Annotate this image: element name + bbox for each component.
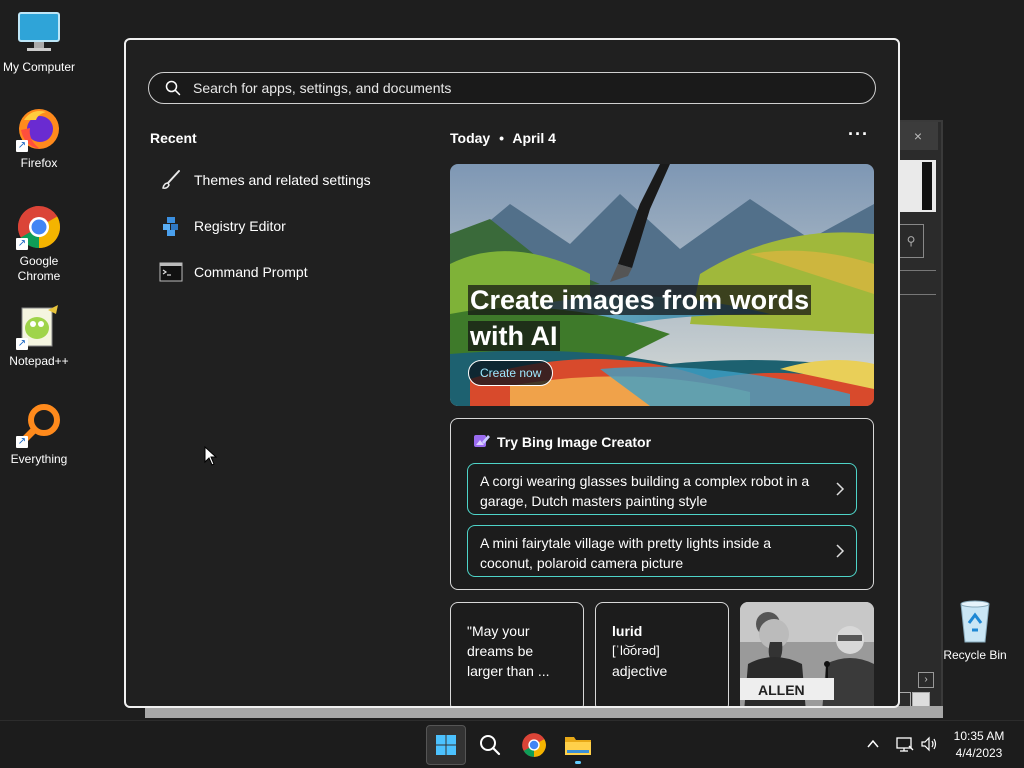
shortcut-arrow-icon: ↗ [16, 338, 28, 350]
registry-icon [158, 215, 184, 237]
background-window-divider [898, 294, 936, 295]
running-indicator [575, 761, 581, 764]
recent-item-command-prompt[interactable]: Command Prompt [158, 260, 308, 284]
today-label: Today [450, 130, 491, 146]
file-explorer-icon [565, 737, 591, 755]
chrome-icon: ↗ [16, 204, 62, 250]
desktop-icon-firefox[interactable]: ↗ Firefox [0, 106, 78, 170]
shortcut-arrow-icon: ↗ [16, 436, 28, 448]
taskbar-clock[interactable]: 10:35 AM 4/4/2023 [946, 728, 1012, 762]
clock-time: 10:35 AM [953, 729, 1005, 743]
desktop-icon-my-computer[interactable]: My Computer [0, 10, 78, 74]
recent-item-label: Registry Editor [194, 218, 286, 234]
taskbar-file-explorer-button[interactable] [558, 725, 598, 765]
notepadpp-icon: ↗ [16, 304, 62, 350]
chrome-icon [522, 733, 546, 757]
start-search-box[interactable] [148, 72, 876, 104]
bing-prompt-corgi[interactable]: A corgi wearing glasses building a compl… [467, 463, 857, 515]
chevron-up-icon [867, 739, 879, 748]
start-menu: Recent Themes and related settings Regis… [124, 38, 900, 708]
prompt-text-line2: coconut, polaroid camera picture [480, 555, 684, 571]
recent-item-label: Themes and related settings [194, 172, 371, 188]
shortcut-arrow-icon: ↗ [16, 238, 28, 250]
hero-title-line2: with AI [468, 321, 560, 351]
quote-card[interactable]: "May your dreams be larger than ... [450, 602, 584, 706]
taskbar-chrome-button[interactable] [514, 725, 554, 765]
desktop-icon-google-chrome[interactable]: ↗ Google Chrome [0, 204, 78, 284]
photo-caption: ALLEN [758, 682, 805, 698]
word-title: lurid [612, 623, 643, 639]
today-heading: Today • April 4 [450, 130, 556, 146]
desktop-icon-label: Firefox [20, 156, 58, 170]
desktop-icon-label: My Computer [2, 60, 76, 74]
background-window-divider [898, 270, 936, 271]
desktop-icon-everything[interactable]: ↗ Everything [0, 402, 78, 466]
show-hidden-icons-button[interactable] [862, 729, 884, 759]
hero-title-line1: Create images from words [468, 285, 812, 315]
bing-image-creator-card: Try Bing Image Creator A corgi wearing g… [450, 418, 874, 590]
everything-icon: ↗ [16, 402, 62, 448]
chevron-right-icon [836, 482, 845, 496]
desktop-icon-label: Recycle Bin [943, 648, 1007, 662]
taskbar-search-button[interactable] [470, 725, 510, 765]
hero-card[interactable]: Create images from words with AI Create … [450, 164, 874, 406]
quote-line: larger than ... [467, 663, 550, 679]
mouse-cursor-icon [204, 446, 218, 466]
background-window-search-icon[interactable]: ⚲ [898, 224, 924, 258]
image-creator-icon [473, 433, 491, 451]
quote-line: "May your [467, 623, 530, 639]
chevron-right-icon [836, 544, 845, 558]
start-icon [436, 735, 456, 755]
paintbrush-icon [158, 169, 184, 191]
background-window-close-button[interactable]: × [898, 122, 938, 150]
recent-heading: Recent [150, 130, 197, 146]
computer-icon [16, 10, 62, 56]
word-of-the-day-card[interactable]: lurid [ˈlo͝orəd] adjective [595, 602, 729, 706]
background-window-scrollbar[interactable] [922, 162, 932, 210]
desktop-icon-label: Google Chrome [17, 254, 61, 283]
create-now-button[interactable]: Create now [468, 360, 554, 386]
word-pronunciation: [ˈlo͝orəd] [612, 643, 660, 658]
background-window-scroll-right-button[interactable]: › [918, 672, 934, 688]
prompt-text-line1: A corgi wearing glasses building a compl… [480, 473, 810, 489]
prompt-text-line2: garage, Dutch masters painting style [480, 493, 708, 509]
search-icon [480, 735, 501, 756]
network-icon [896, 737, 914, 752]
network-button[interactable] [894, 729, 916, 759]
hero-title: Create images from words with AI [468, 282, 812, 354]
firefox-icon: ↗ [16, 106, 62, 152]
desktop-icon-label: Notepad++ [9, 354, 69, 368]
shortcut-arrow-icon: ↗ [16, 140, 28, 152]
bing-card-title: Try Bing Image Creator [473, 433, 651, 451]
search-icon [165, 80, 181, 96]
quote-line: dreams be [467, 643, 534, 659]
recent-item-label: Command Prompt [194, 264, 308, 280]
search-input[interactable] [193, 80, 873, 96]
word-part-of-speech: adjective [612, 663, 668, 679]
more-options-button[interactable]: ··· [848, 124, 869, 145]
desktop-icon-label: Everything [10, 452, 68, 466]
start-button[interactable] [426, 725, 466, 765]
news-photo-card[interactable]: ALLEN [740, 602, 874, 706]
today-date: April 4 [512, 130, 556, 146]
clock-date: 4/4/2023 [955, 746, 1003, 760]
desktop-icon-notepadpp[interactable]: ↗ Notepad++ [0, 304, 78, 368]
recent-item-themes[interactable]: Themes and related settings [158, 168, 371, 192]
recent-item-registry-editor[interactable]: Registry Editor [158, 214, 286, 238]
bing-card-title-text: Try Bing Image Creator [497, 434, 652, 450]
volume-icon [921, 736, 937, 752]
news-photo: ALLEN [740, 602, 874, 706]
recycle-bin-icon [952, 598, 998, 644]
desktop-icon-recycle-bin[interactable]: Recycle Bin [936, 598, 1014, 662]
volume-button[interactable] [918, 729, 940, 759]
bing-prompt-village[interactable]: A mini fairytale village with pretty lig… [467, 525, 857, 577]
terminal-icon [158, 261, 184, 283]
taskbar: 10:35 AM 4/4/2023 [0, 720, 1024, 768]
today-separator: • [499, 130, 504, 146]
prompt-text-line1: A mini fairytale village with pretty lig… [480, 535, 772, 551]
